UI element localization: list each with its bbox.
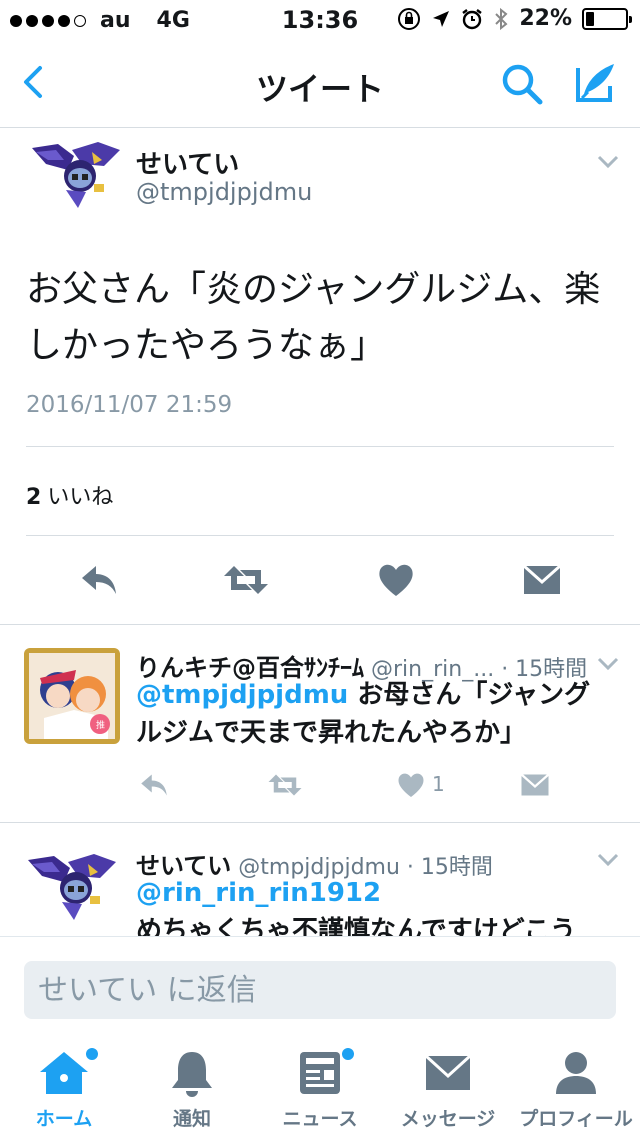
chevron-down-icon[interactable] (596, 154, 620, 170)
reply-time: · 15時間 (406, 855, 493, 880)
tab-profile[interactable]: プロフィール (512, 1034, 640, 1136)
bluetooth-icon (495, 7, 508, 30)
location-icon (433, 10, 450, 27)
separator (0, 822, 640, 823)
status-bar: au 4G 13:36 22% (0, 0, 640, 40)
separator (0, 624, 640, 625)
compose-icon[interactable] (572, 58, 620, 106)
likes-label: いいね (47, 485, 114, 510)
envelope-icon (424, 1054, 472, 1090)
news-icon (300, 1052, 340, 1094)
reply-icon[interactable] (78, 560, 120, 600)
nav-bar: ツイート (0, 40, 640, 128)
notification-badge (342, 1048, 354, 1060)
battery-icon (582, 7, 632, 30)
battery-percent: 22% (519, 6, 572, 31)
retweet-icon[interactable] (266, 770, 304, 800)
rotation-lock-icon (398, 7, 421, 30)
home-icon (40, 1052, 88, 1094)
author-handle[interactable]: @tmpjdjpjdmu (136, 178, 312, 206)
like-count: 1 (432, 772, 445, 796)
avatar[interactable] (28, 140, 124, 214)
tab-bar: ホーム 通知 ニュース メッセージ プロフィール (0, 1034, 640, 1136)
reply-body: めちゃくちゃ不謹慎なんですけどこう (136, 916, 576, 936)
chevron-down-icon[interactable] (596, 852, 620, 868)
reply-mention[interactable]: @tmpjdjpjdmu (136, 680, 348, 710)
svg-text:推: 推 (96, 719, 105, 731)
tab-news[interactable]: ニュース (256, 1034, 384, 1136)
author-name[interactable]: せいてい (136, 144, 239, 181)
reply-input[interactable] (24, 961, 616, 1019)
profile-icon (556, 1052, 596, 1094)
like-icon[interactable] (376, 560, 416, 600)
likes-count: 2 (26, 485, 42, 510)
divider (26, 446, 614, 447)
tab-home[interactable]: ホーム (0, 1034, 128, 1136)
reply-composer (0, 936, 640, 1034)
likes-summary[interactable]: 2 いいね (26, 479, 113, 511)
reply-icon[interactable] (138, 770, 170, 800)
tweet-timestamp: 2016/11/07 21:59 (26, 392, 233, 418)
tweet-actions (0, 554, 640, 610)
retweet-icon[interactable] (222, 560, 270, 600)
like-icon[interactable] (396, 770, 426, 800)
tab-notifications[interactable]: 通知 (128, 1034, 256, 1136)
tab-label: ニュース (282, 1108, 358, 1130)
tab-label: ホーム (35, 1108, 93, 1130)
status-icons: 22% (397, 6, 632, 31)
alarm-icon (462, 8, 483, 29)
tab-label: メッセージ (400, 1108, 496, 1130)
avatar[interactable]: 推 (24, 648, 120, 744)
search-icon[interactable] (498, 60, 546, 108)
reply-mention[interactable]: @rin_rin_rin1912 (136, 874, 381, 912)
tab-label: 通知 (172, 1108, 211, 1130)
bell-icon (172, 1052, 212, 1097)
chevron-down-icon[interactable] (596, 656, 620, 672)
tab-messages[interactable]: メッセージ (384, 1034, 512, 1136)
avatar[interactable] (24, 852, 120, 926)
battery-level (586, 11, 594, 26)
message-icon[interactable] (522, 560, 562, 600)
notification-badge (86, 1048, 98, 1060)
tweet-text: お父さん「炎のジャングルジム、楽しかったやろうなぁ」 (26, 269, 601, 366)
reply-text: @tmpjdjpjdmu お母さん「ジャングルジムで天まで昇れたんやろか」 (136, 676, 606, 752)
divider (26, 535, 614, 536)
tab-label: プロフィール (519, 1108, 633, 1130)
message-icon[interactable] (520, 770, 550, 800)
